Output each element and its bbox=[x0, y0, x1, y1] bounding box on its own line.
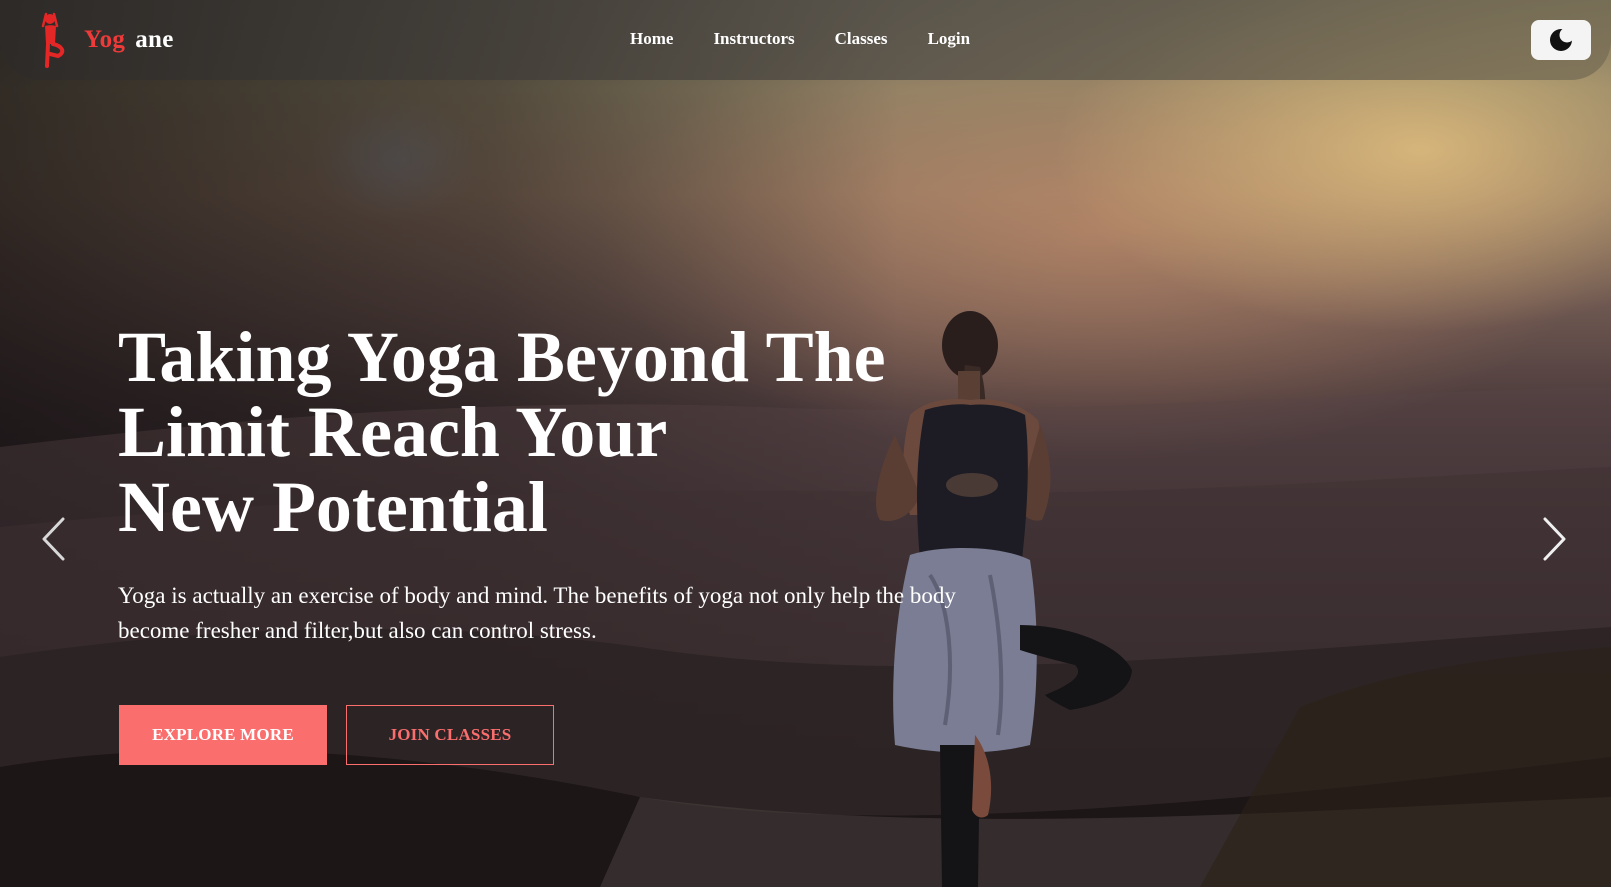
yoga-pose-icon bbox=[41, 12, 65, 68]
hero-description-line: Yoga is actually an exercise of body and… bbox=[118, 583, 956, 608]
brand-name-part2: ane bbox=[135, 26, 174, 53]
navbar: Yog ane Home Instructors Classes Login bbox=[0, 0, 1611, 80]
nav-link-login[interactable]: Login bbox=[928, 29, 971, 49]
nav-link-instructors[interactable]: Instructors bbox=[713, 29, 794, 49]
explore-more-button[interactable]: EXPLORE MORE bbox=[119, 705, 327, 765]
hero-headline: Taking Yoga Beyond The Limit Reach Your … bbox=[118, 320, 978, 545]
brand[interactable]: Yog ane bbox=[36, 12, 174, 68]
chevron-right-icon[interactable] bbox=[1540, 515, 1570, 563]
nav-links: Home Instructors Classes Login bbox=[630, 29, 970, 49]
nav-link-home[interactable]: Home bbox=[630, 29, 673, 49]
brand-name-part1: Yog bbox=[84, 26, 126, 53]
brand-name: Yog ane bbox=[84, 26, 174, 54]
theme-toggle-button[interactable] bbox=[1531, 20, 1591, 60]
join-classes-button[interactable]: JOIN CLASSES bbox=[346, 705, 554, 765]
nav-link-classes[interactable]: Classes bbox=[835, 29, 888, 49]
hero-headline-line: Limit Reach Your bbox=[118, 392, 668, 472]
chevron-left-icon[interactable] bbox=[38, 515, 68, 563]
moon-icon bbox=[1550, 27, 1574, 51]
hero-description: Yoga is actually an exercise of body and… bbox=[118, 578, 1078, 648]
hero-headline-line: Taking Yoga Beyond The bbox=[118, 317, 886, 397]
hero-headline-line: New Potential bbox=[118, 467, 548, 547]
hero-description-line: become fresher and filter,but also can c… bbox=[118, 618, 597, 643]
